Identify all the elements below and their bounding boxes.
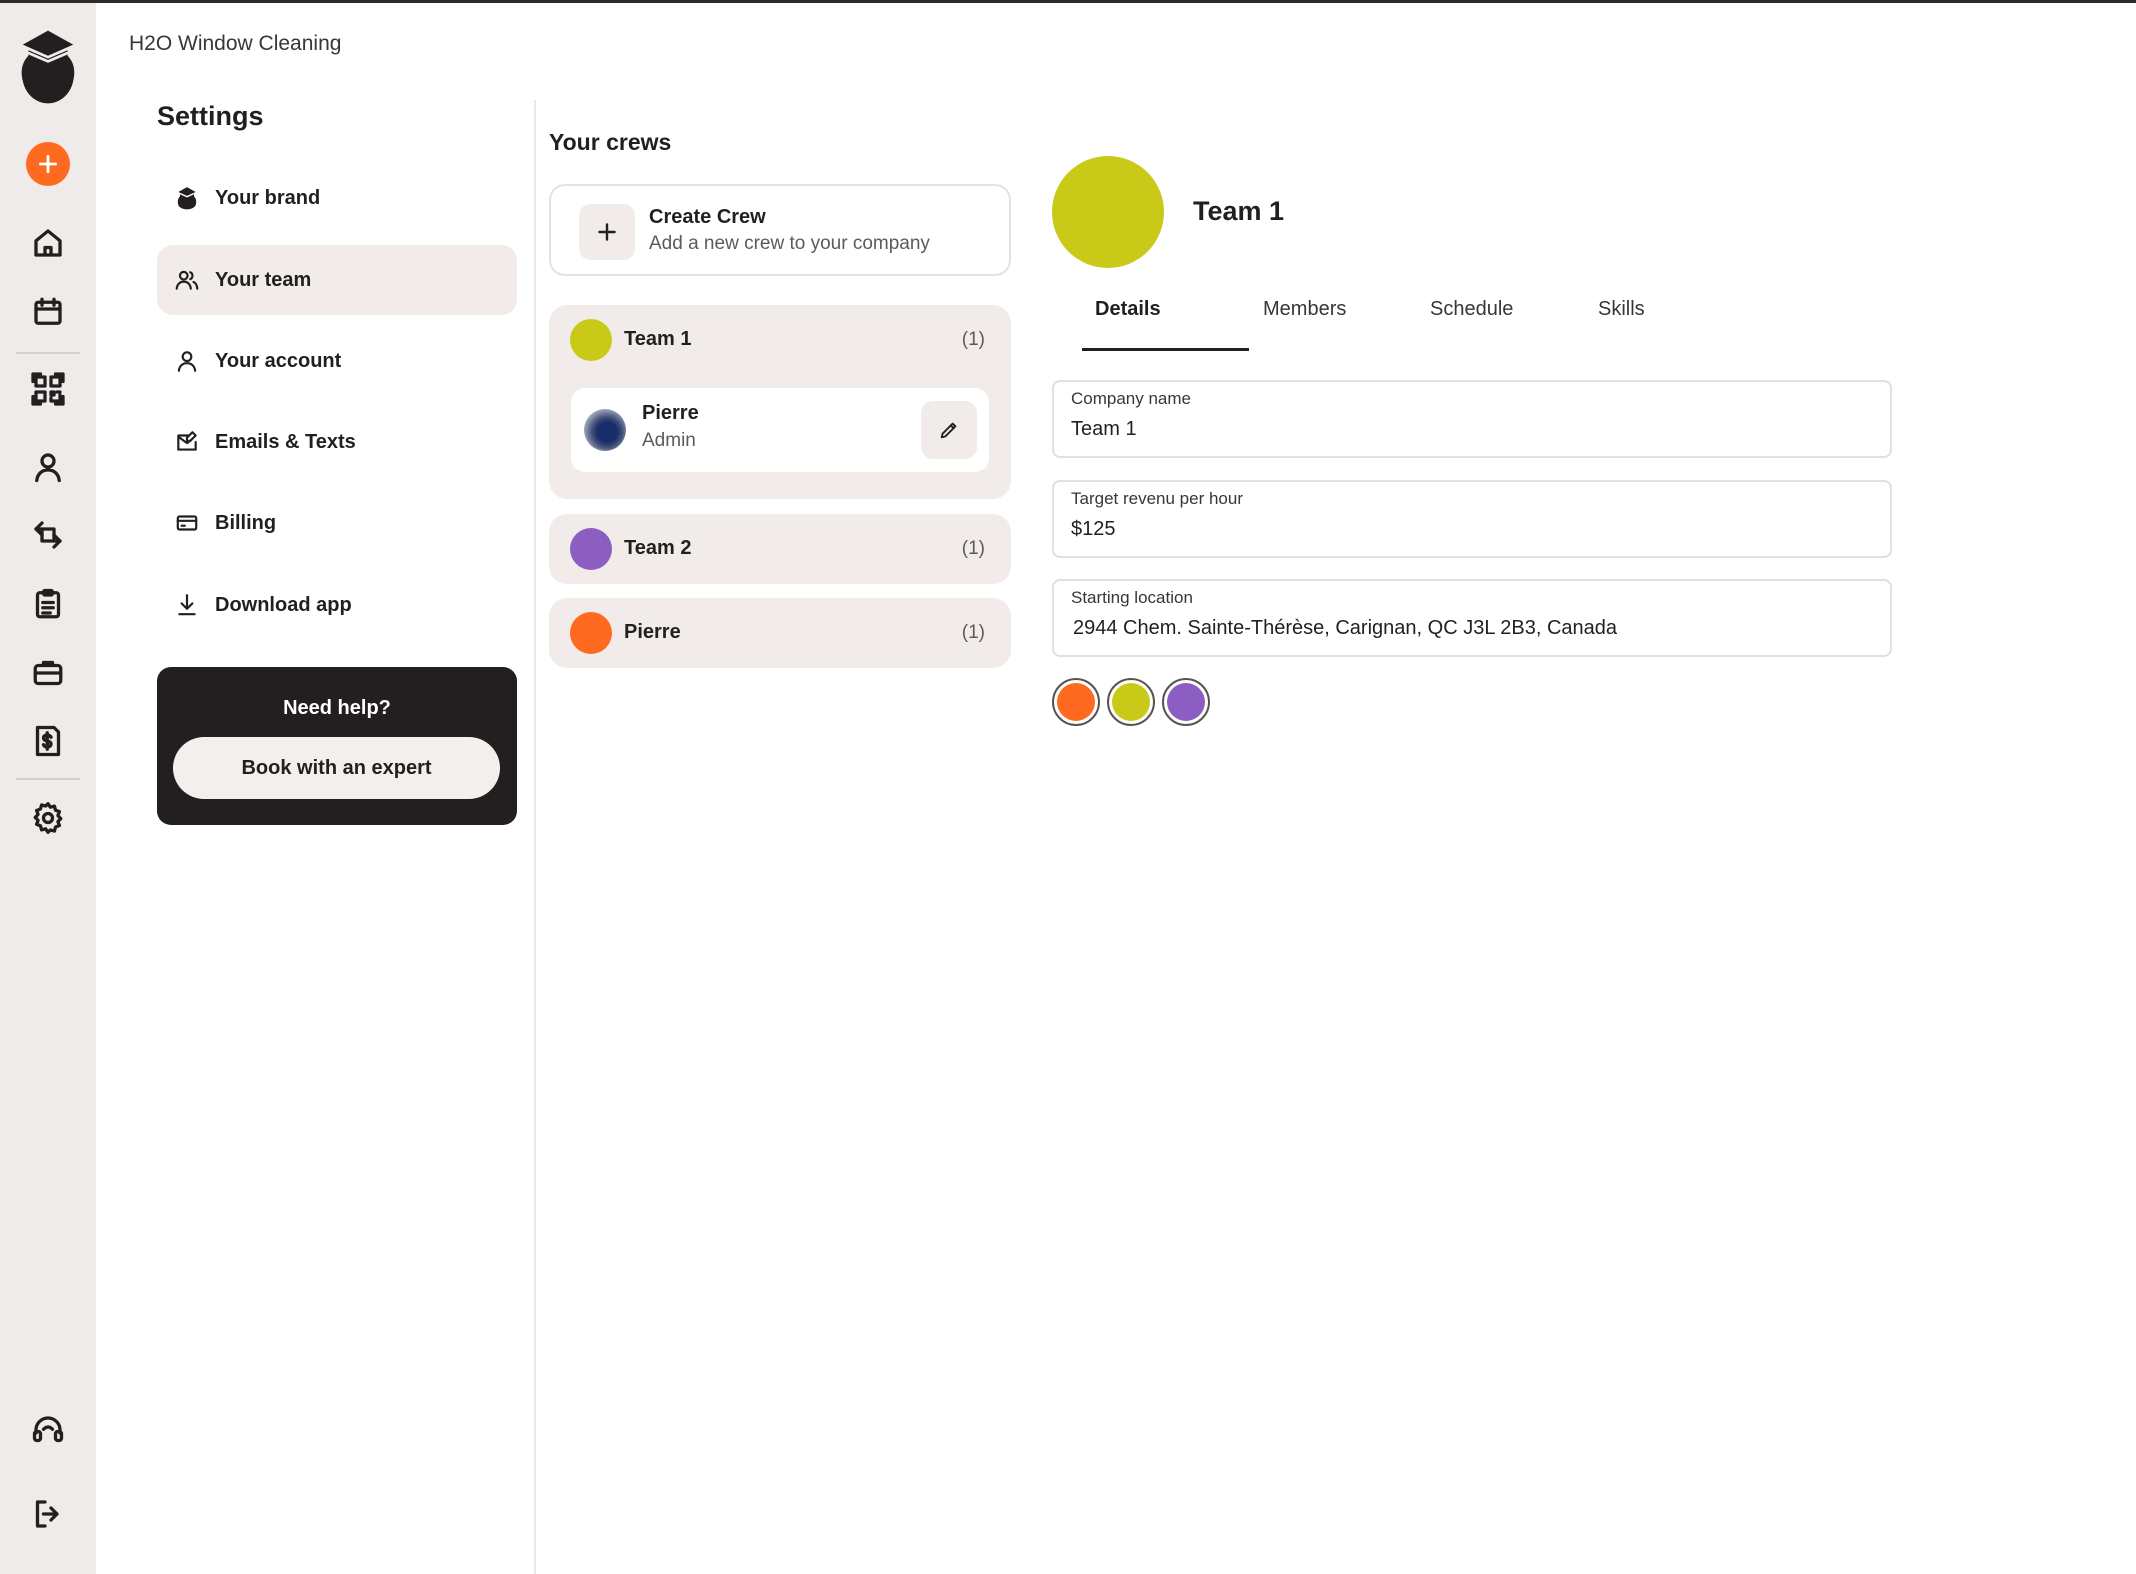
app-rail xyxy=(0,3,96,1574)
crew-member-row[interactable]: Pierre Admin xyxy=(571,388,989,472)
starting-location-input[interactable] xyxy=(1073,617,1873,640)
tab-details[interactable]: Details xyxy=(1095,298,1161,321)
company-name-input[interactable] xyxy=(1071,418,1871,441)
crew-member-count: (1) xyxy=(961,622,985,643)
settings-title: Settings xyxy=(157,101,264,131)
target-revenue-field[interactable]: Target revenu per hour xyxy=(1052,480,1892,558)
clipboard-icon[interactable] xyxy=(24,580,72,628)
briefcase-icon[interactable] xyxy=(24,649,72,697)
settings-item-your-brand[interactable]: Your brand xyxy=(157,163,517,233)
crew-color-dot xyxy=(570,528,612,570)
member-name: Pierre xyxy=(642,402,699,424)
crew-card-team-2[interactable]: Team 2 (1) xyxy=(549,514,1011,584)
logo-icon[interactable] xyxy=(20,27,76,107)
tab-skills[interactable]: Skills xyxy=(1598,298,1645,321)
color-swatch-purple[interactable] xyxy=(1162,678,1210,726)
rail-divider xyxy=(16,352,80,354)
help-card: Need help? Book with an expert xyxy=(157,667,517,825)
column-divider xyxy=(534,100,536,1574)
crew-color-dot xyxy=(570,319,612,361)
settings-item-label: Download app xyxy=(215,593,352,616)
avatar xyxy=(584,409,626,451)
settings-item-your-account[interactable]: Your account xyxy=(157,326,517,396)
tab-schedule[interactable]: Schedule xyxy=(1430,298,1513,321)
repeat-icon[interactable] xyxy=(24,511,72,559)
swatch-fill xyxy=(1167,683,1205,721)
help-title: Need help? xyxy=(283,697,391,719)
settings-item-your-team[interactable]: Your team xyxy=(157,245,517,315)
calendar-icon[interactable] xyxy=(24,288,72,336)
starting-location-field[interactable]: Starting location xyxy=(1052,579,1892,657)
member-role: Admin xyxy=(642,430,696,451)
crew-avatar-color xyxy=(1052,156,1164,268)
crew-member-count: (1) xyxy=(961,538,985,559)
user-icon[interactable] xyxy=(24,443,72,491)
logout-icon[interactable] xyxy=(24,1490,72,1538)
create-crew-subtitle: Add a new crew to your company xyxy=(649,233,930,254)
color-swatch-orange[interactable] xyxy=(1052,678,1100,726)
settings-item-emails-texts[interactable]: Emails & Texts xyxy=(157,407,517,477)
settings-item-label: Your account xyxy=(215,349,342,372)
team-icon xyxy=(173,266,201,294)
company-name: H2O Window Cleaning xyxy=(129,32,342,55)
crew-detail-title: Team 1 xyxy=(1193,196,1285,226)
crew-name: Team 1 xyxy=(624,328,692,350)
crew-card-team-1[interactable]: Team 1 (1) Pierre Admin xyxy=(549,305,1011,499)
target-revenue-input[interactable] xyxy=(1071,518,1871,541)
crew-name: Team 2 xyxy=(624,537,692,559)
quick-add-button[interactable] xyxy=(26,142,70,186)
download-icon xyxy=(173,591,201,619)
qr-code-icon[interactable] xyxy=(24,365,72,413)
create-crew-button[interactable]: Create Crew Add a new crew to your compa… xyxy=(549,184,1011,276)
detail-tabs: Details Members Schedule Skills xyxy=(1052,290,1892,354)
active-tab-indicator xyxy=(1082,348,1249,351)
field-label: Company name xyxy=(1071,389,1192,408)
book-expert-button[interactable]: Book with an expert xyxy=(173,737,500,799)
create-crew-title: Create Crew xyxy=(649,206,766,228)
company-name-field[interactable]: Company name xyxy=(1052,380,1892,458)
plus-icon xyxy=(579,204,635,260)
mail-edit-icon xyxy=(173,428,201,456)
crew-card-pierre[interactable]: Pierre (1) xyxy=(549,598,1011,668)
settings-item-download-app[interactable]: Download app xyxy=(157,570,517,640)
settings-item-label: Your brand xyxy=(215,186,321,209)
settings-item-label: Emails & Texts xyxy=(215,430,356,453)
add-icon xyxy=(39,155,57,173)
crews-title: Your crews xyxy=(549,129,672,155)
settings-item-label: Billing xyxy=(215,511,277,534)
swatch-fill xyxy=(1112,683,1150,721)
pencil-icon xyxy=(940,422,957,439)
brand-logo-icon xyxy=(173,184,201,212)
rail-divider xyxy=(16,778,80,780)
user-icon xyxy=(173,347,201,375)
top-border xyxy=(0,0,2136,3)
crew-name: Pierre xyxy=(624,621,681,643)
support-icon[interactable] xyxy=(24,1406,72,1454)
swatch-fill xyxy=(1057,683,1095,721)
color-swatch-lime[interactable] xyxy=(1107,678,1155,726)
settings-item-billing[interactable]: Billing xyxy=(157,488,517,558)
field-label: Starting location xyxy=(1071,588,1193,607)
edit-member-button[interactable] xyxy=(921,401,977,459)
crew-color-dot xyxy=(570,612,612,654)
gear-icon[interactable] xyxy=(24,794,72,842)
crew-member-count: (1) xyxy=(961,329,985,350)
home-icon[interactable] xyxy=(24,219,72,267)
field-label: Target revenu per hour xyxy=(1071,489,1243,508)
settings-item-label: Your team xyxy=(215,268,312,291)
invoice-icon[interactable] xyxy=(24,717,72,765)
tab-members[interactable]: Members xyxy=(1263,298,1346,321)
credit-card-icon xyxy=(173,509,201,537)
